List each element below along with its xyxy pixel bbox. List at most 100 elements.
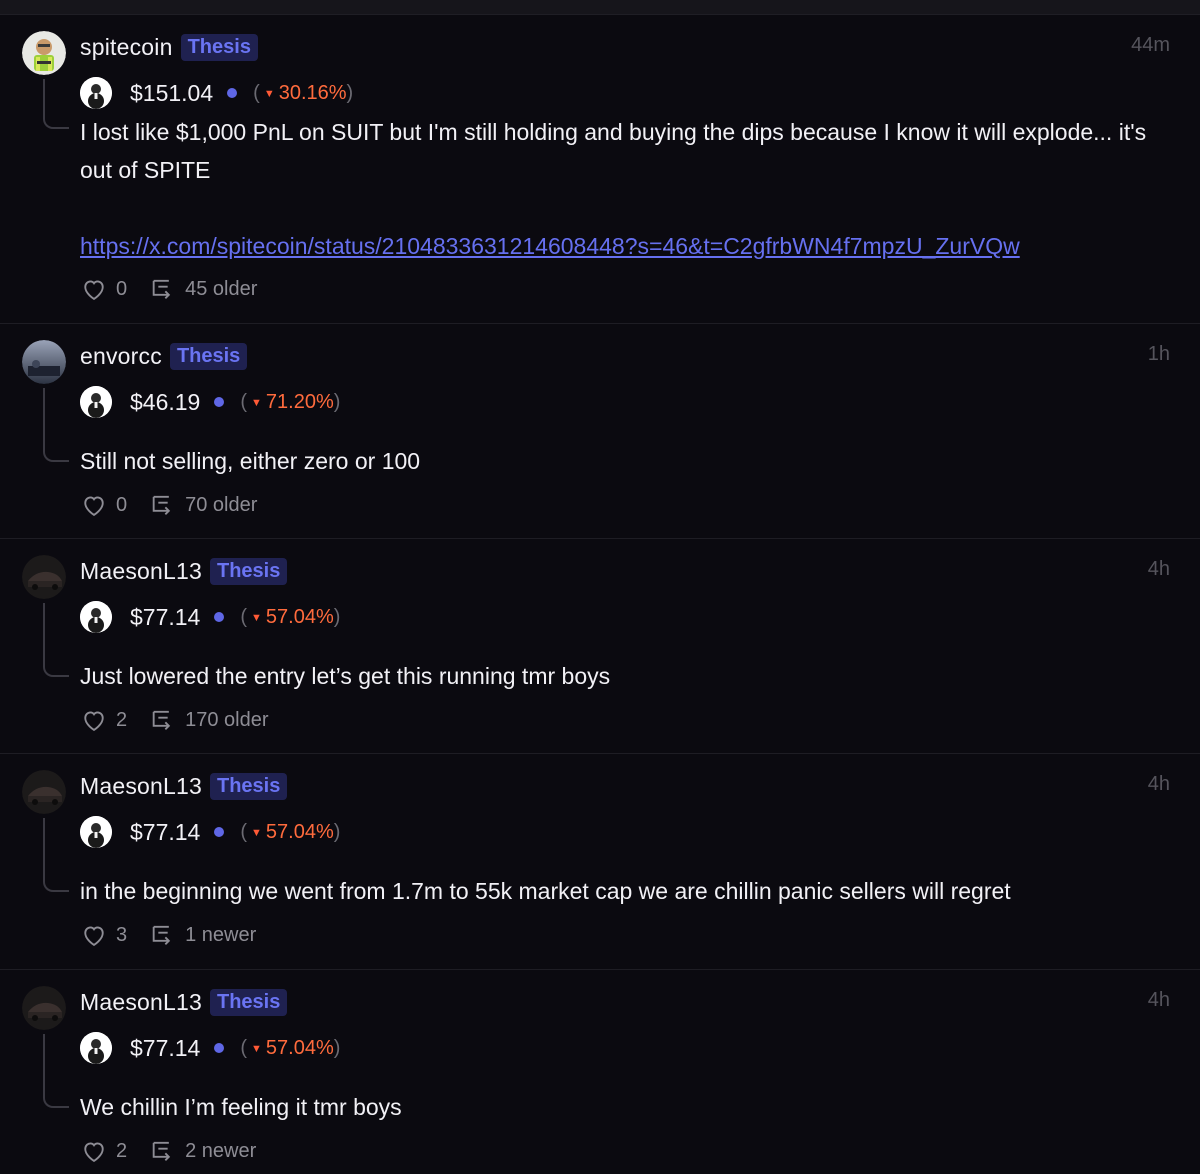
token-icon[interactable] — [80, 816, 112, 848]
token-icon[interactable] — [80, 386, 112, 418]
post-text-content: I lost like $1,000 PnL on SUIT but I'm s… — [80, 119, 1147, 183]
price-change: (▼ 71.20%) — [240, 391, 340, 414]
change-open: ( — [253, 81, 260, 104]
like-count: 0 — [116, 277, 128, 300]
post-time: 1h — [1147, 343, 1170, 365]
post-header: MaesonL13 Thesis — [80, 986, 288, 1018]
token-icon[interactable] — [80, 77, 112, 109]
post-header: MaesonL13 Thesis — [80, 770, 288, 802]
heart-icon[interactable] — [80, 706, 108, 734]
post-header: MaesonL13 Thesis — [80, 555, 288, 587]
top-bar — [0, 0, 1200, 15]
heart-icon[interactable] — [80, 491, 108, 519]
heart-icon[interactable] — [80, 1137, 108, 1165]
post[interactable]: MaesonL13 Thesis 4h $77.14 (▼ 57.04%) in … — [0, 754, 1200, 970]
username[interactable]: MaesonL13 — [80, 773, 202, 800]
price-change: (▼ 57.04%) — [240, 606, 340, 629]
thread-icon[interactable] — [149, 921, 177, 949]
post-text: in the beginning we went from 1.7m to 55… — [80, 878, 1011, 904]
thread-icon[interactable] — [149, 1137, 177, 1165]
car-avatar-icon[interactable] — [22, 986, 66, 1030]
status-dot — [214, 827, 225, 837]
post-time: 4h — [1147, 773, 1170, 795]
post-footer: 2 2 newer — [80, 1136, 256, 1166]
post-time: 44m — [1131, 34, 1170, 56]
post-header: spitecoin Thesis — [80, 31, 258, 63]
price: $46.19 — [130, 388, 201, 415]
change-close: ) — [333, 820, 341, 843]
thesis-badge: Thesis — [210, 988, 288, 1016]
thesis-badge: Thesis — [210, 557, 288, 585]
thread-icon[interactable] — [149, 275, 177, 303]
post-footer: 2 170 older — [80, 705, 269, 735]
like-count: 2 — [116, 1139, 128, 1162]
post[interactable]: MaesonL13 Thesis 4h $77.14 (▼ 57.04%) We … — [0, 970, 1200, 1174]
thread-connector — [43, 1034, 69, 1108]
thread-connector — [43, 388, 69, 462]
price: $77.14 — [130, 1034, 201, 1061]
thread-count[interactable]: 170 older — [185, 709, 268, 732]
thread-connector — [43, 603, 69, 677]
username[interactable]: MaesonL13 — [80, 558, 202, 585]
cartoon-character-avatar-icon[interactable] — [22, 31, 66, 75]
price-change: (▼ 57.04%) — [240, 1037, 340, 1060]
like-count: 2 — [116, 708, 128, 731]
token-icon[interactable] — [80, 601, 112, 633]
post[interactable]: spitecoin Thesis 44m $151.04 (▼ 30.16%) I… — [0, 15, 1200, 324]
username[interactable]: spitecoin — [80, 34, 173, 61]
status-dot — [214, 1043, 225, 1053]
thread-count[interactable]: 70 older — [185, 494, 257, 517]
photo-avatar-icon[interactable] — [22, 340, 66, 384]
thread-icon[interactable] — [149, 491, 177, 519]
change-percent: 71.20% — [265, 390, 334, 413]
like-count: 3 — [116, 923, 128, 946]
status-dot — [227, 88, 238, 98]
token-icon[interactable] — [80, 1032, 112, 1064]
post-time: 4h — [1147, 989, 1170, 1011]
post-link[interactable]: https://x.com/spitecoin/status/210483363… — [80, 233, 1020, 259]
status-dot — [214, 612, 225, 622]
thread-connector — [43, 818, 69, 892]
down-arrow-icon: ▼ — [251, 611, 262, 624]
car-avatar-icon[interactable] — [22, 555, 66, 599]
post-footer: 0 45 older — [80, 274, 257, 304]
post-text: We chillin I’m feeling it tmr boys — [80, 1094, 402, 1120]
thread-count[interactable]: 2 newer — [185, 1140, 256, 1163]
down-arrow-icon: ▼ — [251, 1042, 262, 1055]
post-text: I lost like $1,000 PnL on SUIT but I'm s… — [80, 113, 1160, 265]
down-arrow-icon: ▼ — [251, 826, 262, 839]
thesis-badge: Thesis — [169, 342, 248, 370]
price-row: $77.14 (▼ 57.04%) — [80, 1032, 340, 1064]
change-percent: 30.16% — [278, 81, 347, 104]
price: $77.14 — [130, 603, 201, 630]
price-change: (▼ 30.16%) — [253, 82, 353, 105]
heart-icon[interactable] — [80, 275, 108, 303]
post[interactable]: envorcc Thesis 1h $46.19 (▼ 71.20%) Still… — [0, 324, 1200, 539]
car-avatar-icon[interactable] — [22, 770, 66, 814]
post-time: 4h — [1147, 558, 1170, 580]
thread-count[interactable]: 1 newer — [185, 924, 256, 947]
change-close: ) — [346, 81, 354, 104]
thread-icon[interactable] — [149, 706, 177, 734]
post-text: Still not selling, either zero or 100 — [80, 448, 421, 474]
post-footer: 3 1 newer — [80, 920, 256, 950]
change-close: ) — [333, 605, 341, 628]
change-open: ( — [240, 820, 248, 843]
down-arrow-icon: ▼ — [263, 87, 275, 100]
change-close: ) — [333, 1036, 341, 1059]
post-footer: 0 70 older — [80, 490, 257, 520]
thesis-badge: Thesis — [210, 772, 288, 800]
post[interactable]: MaesonL13 Thesis 4h $77.14 (▼ 57.04%) Jus… — [0, 539, 1200, 754]
post-text: Just lowered the entry let’s get this ru… — [80, 663, 611, 689]
username[interactable]: MaesonL13 — [80, 989, 202, 1016]
price-change: (▼ 57.04%) — [240, 821, 340, 844]
heart-icon[interactable] — [80, 921, 108, 949]
price: $77.14 — [130, 818, 201, 845]
change-open: ( — [240, 605, 248, 628]
change-percent: 57.04% — [265, 820, 334, 843]
username[interactable]: envorcc — [80, 343, 162, 370]
price-row: $77.14 (▼ 57.04%) — [80, 816, 340, 848]
change-percent: 57.04% — [265, 605, 334, 628]
change-open: ( — [240, 390, 248, 413]
thread-count[interactable]: 45 older — [185, 278, 257, 301]
